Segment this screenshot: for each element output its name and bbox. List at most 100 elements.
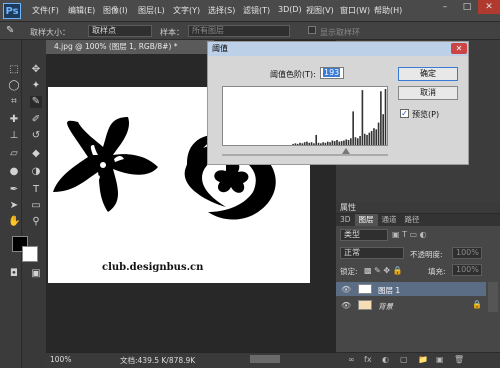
sample-size-label: 取样大小：: [30, 28, 70, 37]
new-layer-icon[interactable]: ▣: [436, 355, 444, 364]
new-group-icon[interactable]: 📁: [418, 355, 428, 364]
tab-channels[interactable]: 通道: [378, 214, 401, 226]
bucket-tool-icon[interactable]: ◆: [30, 148, 42, 160]
history-brush-icon[interactable]: ↺: [30, 130, 42, 142]
histogram-bar: [352, 111, 354, 145]
layer-row[interactable]: 👁 图层 1: [336, 282, 486, 296]
tab-3d[interactable]: 3D: [336, 214, 355, 226]
type-tool-icon[interactable]: T: [30, 184, 42, 196]
cancel-button[interactable]: 取消: [398, 86, 458, 100]
layer-name: 图层 1: [378, 286, 401, 295]
sample-label: 样本：: [160, 28, 184, 37]
menu-3d[interactable]: 3D(D): [278, 5, 302, 14]
histogram-bar: [343, 140, 345, 145]
layer-kind-filter[interactable]: 类型: [340, 229, 388, 241]
histogram-bar: [340, 141, 343, 145]
horizontal-scrollbar[interactable]: [250, 355, 280, 363]
layers-panel-tabs: 3D 图层 通道 路径: [336, 214, 500, 226]
lasso-tool-icon[interactable]: ◯: [8, 80, 20, 92]
threshold-slider-track[interactable]: [222, 154, 388, 156]
zoom-level[interactable]: 100%: [50, 355, 71, 364]
threshold-value: 193: [323, 68, 341, 77]
opacity-input[interactable]: 100%: [452, 247, 482, 259]
menu-image[interactable]: 图像(I): [103, 5, 128, 16]
link-layers-icon[interactable]: ∞: [348, 355, 355, 364]
blur-tool-icon[interactable]: ●: [8, 166, 20, 178]
photoshop-logo: Ps: [3, 3, 21, 19]
menu-help[interactable]: 帮助(H): [374, 5, 402, 16]
zoom-tool-icon[interactable]: ⚲: [30, 216, 42, 228]
brush-tool-icon[interactable]: ✐: [30, 114, 42, 126]
menu-select[interactable]: 选择(S): [208, 5, 235, 16]
histogram-bar: [301, 143, 304, 145]
move-tool-icon[interactable]: ✥: [30, 64, 42, 76]
layer-filter-icons[interactable]: ▣ T ▭ ◐: [392, 230, 427, 239]
menu-edit[interactable]: 编辑(E): [68, 5, 95, 16]
hand-tool-icon[interactable]: ✋: [8, 216, 20, 228]
dialog-close-icon[interactable]: ✕: [451, 43, 467, 54]
eyedropper-icon[interactable]: ✎: [6, 25, 14, 36]
histogram-bar: [326, 141, 329, 145]
eye-icon[interactable]: 👁: [341, 301, 351, 311]
maximize-button[interactable]: □: [456, 0, 478, 14]
ok-button[interactable]: 确定: [398, 67, 458, 81]
threshold-input[interactable]: 193: [320, 67, 344, 79]
fx-icon[interactable]: fx: [364, 355, 372, 364]
lock-icons[interactable]: ▩ ✎ ✥ 🔒: [364, 266, 403, 275]
background-color-swatch[interactable]: [22, 246, 38, 262]
add-mask-icon[interactable]: ▢: [400, 355, 408, 364]
preview-label: 预览(P): [412, 110, 440, 119]
fill-input[interactable]: 100%: [452, 264, 482, 276]
close-button[interactable]: ✕: [478, 0, 500, 14]
path-select-icon[interactable]: ➤: [8, 200, 20, 212]
histogram-bar: [354, 137, 357, 145]
histogram-bar: [363, 133, 366, 145]
dialog-title: 阈值: [208, 42, 468, 56]
histogram-bar: [380, 91, 382, 145]
eye-icon[interactable]: 👁: [341, 285, 351, 295]
healing-tool-icon[interactable]: ✚: [8, 114, 20, 126]
delete-layer-icon[interactable]: 🗑: [454, 355, 464, 364]
menu-filter[interactable]: 滤镜(T): [243, 5, 270, 16]
layer-row[interactable]: 👁 背景 🔒: [336, 298, 486, 312]
menu-layer[interactable]: 图层(L): [138, 5, 165, 16]
histogram-bar: [315, 134, 318, 145]
histogram-bar: [322, 142, 324, 145]
histogram-bar: [324, 142, 327, 145]
threshold-dialog: 阈值 ✕ 阈值色阶(T): 193 确定 取消 ✓ 预览(P): [207, 41, 469, 165]
screen-mode-icon[interactable]: ▣: [30, 268, 42, 280]
histogram-bar: [329, 142, 331, 145]
eyedropper-tool-icon[interactable]: ✎: [30, 96, 42, 108]
histogram-bar: [308, 142, 311, 145]
menu-window[interactable]: 窗口(W): [340, 5, 370, 16]
histogram-bar: [296, 143, 299, 145]
sample-size-select[interactable]: 取样点: [88, 25, 152, 37]
menu-file[interactable]: 文件(F): [32, 5, 59, 16]
crop-tool-icon[interactable]: ⌗: [8, 96, 20, 108]
document-tab[interactable]: 4.jpg @ 100% (图层 1, RGB/8#) *: [46, 40, 214, 54]
menu-view[interactable]: 视图(V): [306, 5, 334, 16]
threshold-slider-handle[interactable]: [342, 148, 350, 154]
sample-select[interactable]: 所有图层: [188, 25, 290, 37]
lock-label: 锁定:: [340, 267, 358, 276]
minimize-button[interactable]: –: [434, 0, 456, 14]
blend-mode-select[interactable]: 正常: [340, 247, 404, 259]
marquee-tool-icon[interactable]: ⬚: [8, 64, 20, 76]
histogram-bar: [373, 128, 375, 145]
layers-scrollbar[interactable]: [488, 282, 498, 312]
quick-mask-icon[interactable]: ◘: [8, 268, 20, 280]
pen-tool-icon[interactable]: ✒: [8, 184, 20, 196]
eraser-tool-icon[interactable]: ▱: [8, 148, 20, 160]
histogram-bar: [310, 142, 313, 145]
magic-wand-icon[interactable]: ✦: [30, 80, 42, 92]
show-ring-checkbox[interactable]: [308, 26, 316, 34]
dodge-tool-icon[interactable]: ◑: [30, 166, 42, 178]
preview-checkbox[interactable]: ✓: [400, 109, 409, 118]
tab-layers[interactable]: 图层: [354, 214, 378, 226]
properties-panel-header[interactable]: 属性: [336, 202, 500, 214]
menu-type[interactable]: 文字(Y): [173, 5, 200, 16]
shape-tool-icon[interactable]: ▭: [30, 200, 42, 212]
tab-paths[interactable]: 路径: [401, 214, 424, 226]
adjustment-layer-icon[interactable]: ◐: [382, 355, 389, 364]
stamp-tool-icon[interactable]: ⊥: [8, 130, 20, 142]
